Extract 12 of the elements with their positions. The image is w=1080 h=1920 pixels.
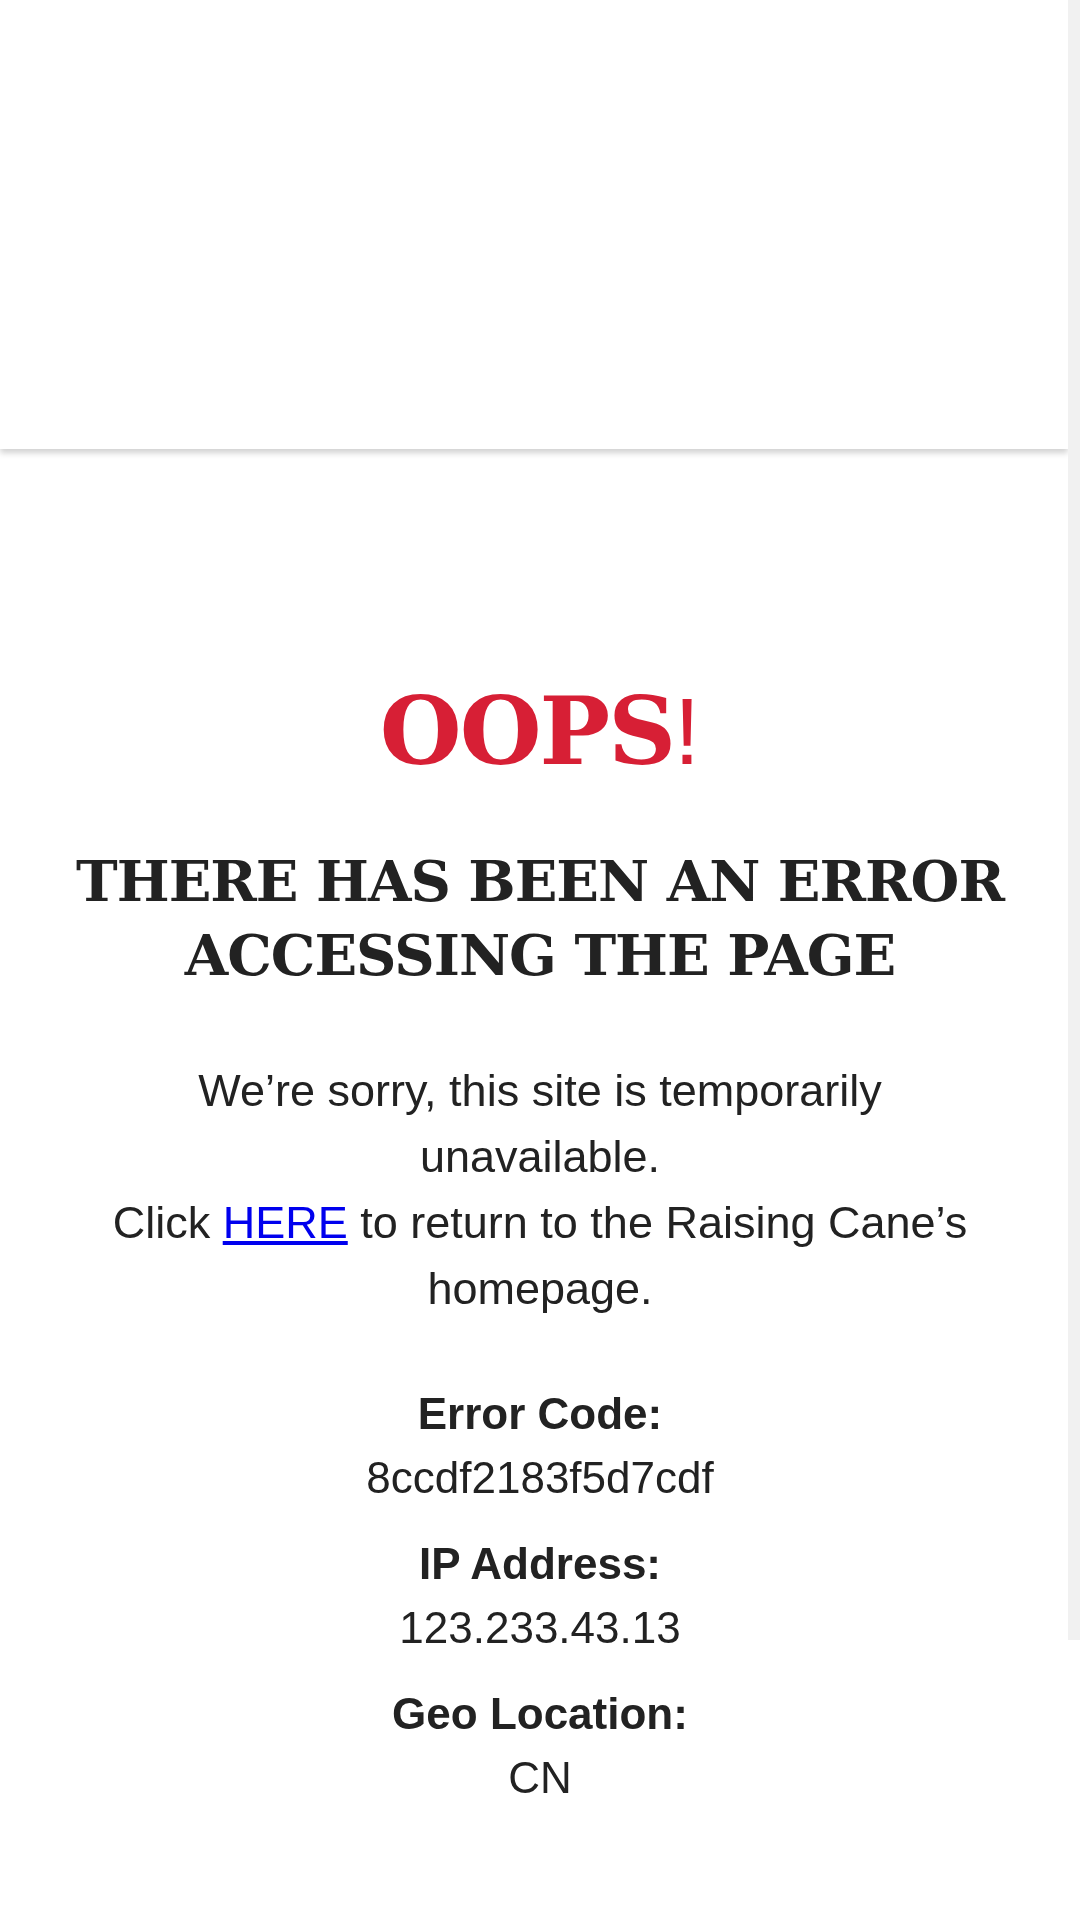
detail-value: 123.233.43.13: [398, 1602, 682, 1654]
return-message: Click HERE to return to the Raising Cane’s homepage.: [111, 1196, 969, 1316]
error-heading: THERE HAS BEEN AN ERROR ACCESSING THE PAGE: [75, 847, 1007, 990]
homepage-link[interactable]: HERE: [222, 1197, 348, 1248]
detail-label: Geo Location:: [391, 1688, 689, 1740]
detail-label: Error Code:: [416, 1388, 664, 1440]
detail-label: IP Address:: [417, 1538, 663, 1590]
detail-value: 8ccdf2183f5d7cdf: [366, 1452, 714, 1504]
error-message: We’re sorry, this site is temporarily unavailable.: [197, 1064, 883, 1184]
oops-title: OOPS: [379, 681, 675, 781]
exclamation-mark: !: [674, 682, 701, 782]
detail-value: CN: [507, 1752, 573, 1804]
